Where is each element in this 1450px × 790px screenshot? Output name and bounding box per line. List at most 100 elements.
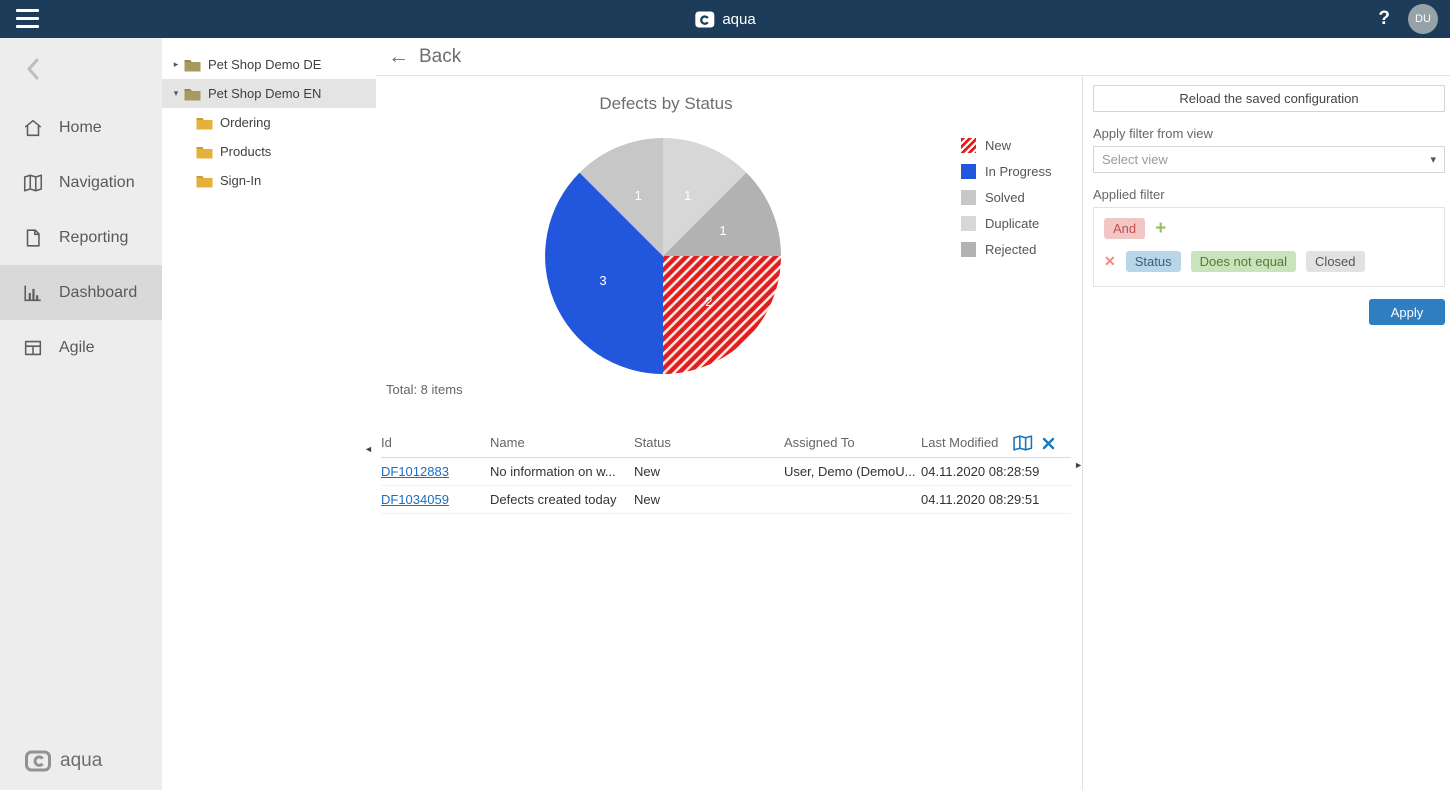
sidebar-item-reporting[interactable]: Reporting xyxy=(0,210,162,265)
cell-name: No information on w... xyxy=(490,458,634,486)
chevron-left-icon xyxy=(26,58,39,80)
tree-item-products[interactable]: Products xyxy=(162,137,376,166)
home-icon xyxy=(22,117,44,139)
legend-item-duplicate: Duplicate xyxy=(961,216,1051,231)
cell-status: New xyxy=(634,486,784,514)
aqua-logo-gray-icon xyxy=(24,748,52,774)
pie-slice-new[interactable] xyxy=(663,256,781,374)
scroll-left-icon[interactable]: ◄ xyxy=(364,444,373,454)
filter-group-row: And + xyxy=(1104,218,1434,239)
sidebar-item-home[interactable]: Home xyxy=(0,100,162,155)
view-select[interactable]: Select view ▾ xyxy=(1093,146,1445,173)
view-select-placeholder: Select view xyxy=(1102,152,1168,167)
tree-item-label: Products xyxy=(220,144,271,159)
table-row: DF1034059 Defects created todayNew 04.11.2… xyxy=(381,486,1071,514)
expand-toggle-icon[interactable]: ▸ xyxy=(168,59,184,70)
column-header-name[interactable]: Name xyxy=(490,428,634,458)
tree-item-pet-shop-demo-en[interactable]: ▾Pet Shop Demo EN xyxy=(162,79,376,108)
filter-builder: And + ✕ Status Does not equal Closed xyxy=(1093,207,1445,287)
sidebar-item-dashboard[interactable]: Dashboard xyxy=(0,265,162,320)
aqua-logo-icon xyxy=(694,9,715,30)
sidebar-item-navigation[interactable]: Navigation xyxy=(0,155,162,210)
filter-panel: Reload the saved configuration Apply fil… xyxy=(1082,76,1450,790)
and-operator-chip[interactable]: And xyxy=(1104,218,1145,239)
reload-configuration-button[interactable]: Reload the saved configuration xyxy=(1093,85,1445,112)
tree-item-label: Sign-In xyxy=(220,173,261,188)
chevron-down-icon: ▾ xyxy=(1430,153,1436,166)
sidebar-item-label: Dashboard xyxy=(59,284,137,302)
table-row: DF1012883No information on w...NewUser, … xyxy=(381,458,1071,486)
cell-last-modified: 04.11.2020 08:29:51 xyxy=(921,486,1069,514)
map-book-icon xyxy=(22,172,44,194)
sidebar-item-label: Agile xyxy=(59,339,95,357)
tree-item-pet-shop-demo-de[interactable]: ▸Pet Shop Demo DE xyxy=(162,50,376,79)
legend-label: Solved xyxy=(985,190,1025,205)
remove-condition-icon[interactable]: ✕ xyxy=(1104,253,1116,270)
collapse-toggle-icon[interactable]: ▾ xyxy=(168,88,184,99)
defects-pie-chart: 2 3 1 1 1 xyxy=(533,126,793,386)
legend-label: Rejected xyxy=(985,242,1036,257)
slice-value-label: 1 xyxy=(719,223,726,238)
back-arrow-icon[interactable]: ← xyxy=(388,45,409,69)
app-logo: aqua xyxy=(694,0,755,38)
legend-label: In Progress xyxy=(985,164,1051,179)
sidebar-item-agile[interactable]: Agile xyxy=(0,320,162,375)
condition-value-chip[interactable]: Closed xyxy=(1306,251,1364,272)
add-condition-icon[interactable]: + xyxy=(1155,219,1166,238)
legend-item-solved: Solved xyxy=(961,190,1051,205)
cell-name: Defects created today xyxy=(490,486,634,514)
legend-item-in-progress: In Progress xyxy=(961,164,1051,179)
grid-header: IdNameStatusAssigned ToLast Modified xyxy=(381,428,1071,458)
defect-link[interactable]: DF1012883 xyxy=(381,464,449,479)
grid-header-icons xyxy=(1013,435,1055,452)
cell-status: New xyxy=(634,458,784,486)
slice-value-label: 3 xyxy=(599,273,606,288)
legend-item-new: New xyxy=(961,138,1051,153)
project-tree: ▸Pet Shop Demo DE▾Pet Shop Demo EN Orderi… xyxy=(162,38,376,790)
back-label[interactable]: Back xyxy=(419,46,461,68)
document-icon xyxy=(22,227,44,249)
folder-icon xyxy=(196,174,213,188)
map-icon[interactable] xyxy=(1013,435,1033,452)
column-header-status[interactable]: Status xyxy=(634,428,784,458)
legend-swatch xyxy=(961,164,976,179)
cell-id: DF1034059 xyxy=(381,486,490,514)
legend-item-rejected: Rejected xyxy=(961,242,1051,257)
column-header-assigned-to[interactable]: Assigned To xyxy=(784,428,921,458)
sidebar-footer-logo: aqua xyxy=(24,748,102,774)
applied-filter-label: Applied filter xyxy=(1093,187,1445,202)
column-header-id[interactable]: Id xyxy=(381,428,490,458)
tree-item-sign-in[interactable]: Sign-In xyxy=(162,166,376,195)
slice-value-label: 2 xyxy=(705,294,712,309)
sidebar-item-label: Reporting xyxy=(59,229,128,247)
sidebar: Home Navigation Reporting Dashboard Agil… xyxy=(0,38,162,790)
close-icon[interactable] xyxy=(1042,437,1055,450)
cell-id: DF1012883 xyxy=(381,458,490,486)
slice-value-label: 1 xyxy=(684,188,691,203)
slice-value-label: 1 xyxy=(635,188,642,203)
total-items-label: Total: 8 items xyxy=(386,382,463,397)
chart-legend: New In Progress Solved Duplicate Rejected xyxy=(961,138,1051,268)
help-icon[interactable]: ? xyxy=(1378,8,1390,30)
legend-swatch xyxy=(961,190,976,205)
bar-chart-icon xyxy=(22,282,44,304)
filter-condition-row: ✕ Status Does not equal Closed xyxy=(1104,251,1434,272)
footer-brand-name: aqua xyxy=(60,750,102,772)
apply-button[interactable]: Apply xyxy=(1369,299,1445,325)
avatar[interactable]: DU xyxy=(1408,4,1438,34)
folder-icon xyxy=(196,145,213,159)
sidebar-collapse-icon[interactable] xyxy=(0,38,162,100)
legend-swatch xyxy=(961,242,976,257)
tree-item-ordering[interactable]: Ordering xyxy=(162,108,376,137)
sidebar-item-label: Navigation xyxy=(59,174,135,192)
folder-icon xyxy=(196,116,213,130)
defect-link[interactable]: DF1034059 xyxy=(381,492,449,507)
topbar-actions: ? DU xyxy=(1378,0,1438,38)
sidebar-item-label: Home xyxy=(59,119,102,137)
folder-icon xyxy=(184,87,201,101)
condition-field-chip[interactable]: Status xyxy=(1126,251,1181,272)
menu-icon[interactable] xyxy=(16,9,39,28)
tree-item-label: Ordering xyxy=(220,115,271,130)
condition-operator-chip[interactable]: Does not equal xyxy=(1191,251,1296,272)
top-bar: aqua ? DU xyxy=(0,0,1450,38)
